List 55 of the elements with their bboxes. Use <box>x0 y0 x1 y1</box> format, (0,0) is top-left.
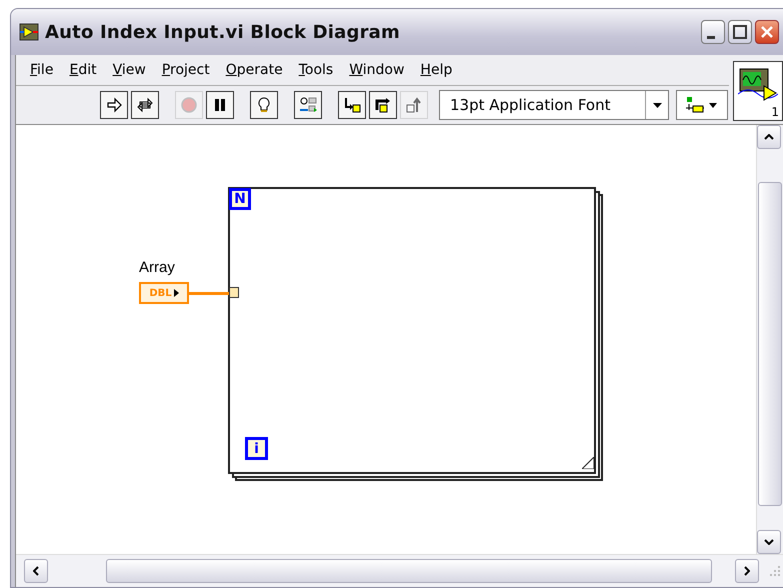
step-into-icon <box>343 96 361 114</box>
maximize-button[interactable] <box>728 20 752 44</box>
window-title: Auto Index Input.vi Block Diagram <box>45 22 401 42</box>
abort-icon <box>180 96 198 114</box>
step-into-button[interactable] <box>338 91 366 119</box>
menu-item[interactable]: View <box>112 62 146 78</box>
retain-button[interactable] <box>294 91 322 119</box>
scroll-right-button[interactable] <box>735 559 759 583</box>
align-icon <box>685 96 719 114</box>
menu-item[interactable]: Project <box>162 62 210 78</box>
menu-item[interactable]: File <box>30 62 54 78</box>
resize-grip-icon <box>769 565 781 577</box>
chevron-right-icon <box>744 566 750 576</box>
count-terminal[interactable]: N <box>229 188 251 210</box>
chevron-left-icon <box>33 566 39 576</box>
minimize-icon <box>707 36 715 38</box>
step-over-button[interactable] <box>369 91 397 119</box>
run-continuously-button[interactable] <box>131 91 159 119</box>
step-over-icon <box>374 96 392 114</box>
iteration-terminal[interactable]: i <box>245 437 268 460</box>
horizontal-scrollbar-thumb[interactable] <box>106 559 712 583</box>
for-loop[interactable] <box>228 187 603 481</box>
scroll-up-button[interactable] <box>757 125 781 149</box>
vi-icon-pane[interactable]: 1 <box>733 61 783 121</box>
highlight-button[interactable] <box>250 91 278 119</box>
chevron-up-icon <box>764 134 774 140</box>
menu-item[interactable]: Help <box>420 62 452 78</box>
maximize-icon <box>733 25 747 39</box>
run-button[interactable] <box>100 91 128 119</box>
close-button[interactable] <box>755 20 779 44</box>
arrow-icon <box>174 289 179 297</box>
pause-button[interactable] <box>206 91 234 119</box>
run-icon <box>105 96 123 114</box>
step-out-icon <box>405 96 423 114</box>
chevron-down-icon <box>764 539 774 545</box>
close-icon <box>760 25 774 39</box>
vertical-scrollbar-thumb[interactable] <box>758 182 782 506</box>
vi-icon <box>19 23 39 41</box>
dropdown-arrow-icon <box>652 102 662 108</box>
font-dropdown[interactable]: 13pt Application Font <box>439 90 669 120</box>
menu-item[interactable]: Tools <box>298 62 334 78</box>
scroll-down-button[interactable] <box>757 530 781 554</box>
menu-item[interactable]: Edit <box>69 62 97 78</box>
resize-corner-icon <box>582 457 594 469</box>
run-continuously-icon <box>136 96 154 114</box>
loop-tunnel[interactable] <box>229 287 239 298</box>
wire <box>189 292 230 295</box>
minimize-button[interactable] <box>701 20 725 44</box>
scroll-left-button[interactable] <box>24 559 48 583</box>
menu-item[interactable]: Window <box>349 62 404 78</box>
control-label: Array <box>139 259 175 276</box>
connector-number: 1 <box>771 105 779 119</box>
retain-icon <box>299 96 317 114</box>
align-objects-button[interactable] <box>676 90 728 120</box>
menu-item[interactable]: Operate <box>226 62 283 78</box>
